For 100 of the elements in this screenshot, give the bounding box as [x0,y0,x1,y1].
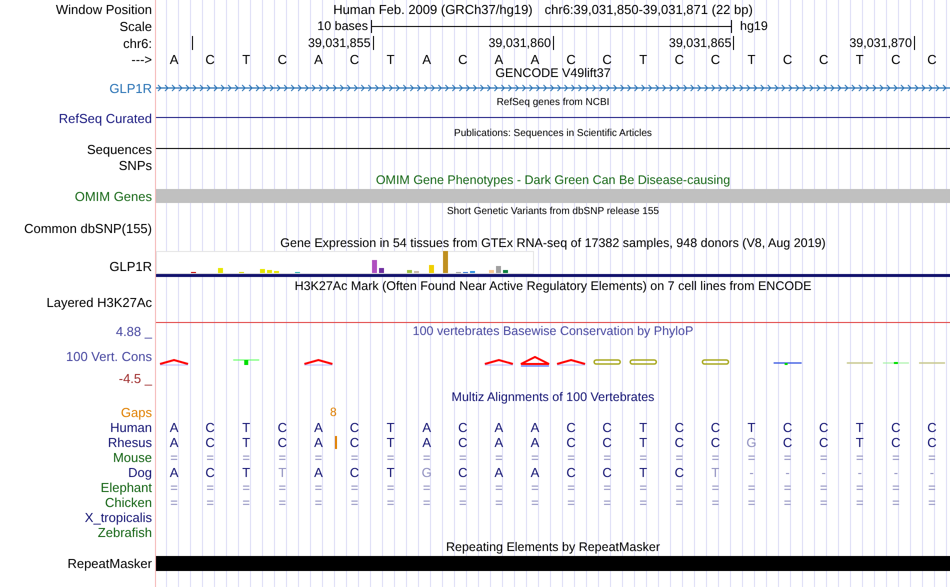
alignment-base: = [892,496,900,509]
row-label[interactable]: Window Position [56,2,152,16]
track-title: Multiz Alignments of 100 Vertebrates [452,391,654,404]
repeat-feature-bar[interactable] [156,556,950,571]
alignment-base: = [603,481,611,494]
alignment-base: = [386,451,394,464]
alignment-base: = [531,451,539,464]
track-label[interactable]: GLP1R [109,260,152,273]
alignment-base: A [422,436,431,449]
ruler-position: 39,031,860 [488,36,551,50]
alignment-base: C [674,466,684,479]
alignment-base: C [278,421,287,434]
alignment-base: C [566,466,576,479]
track-label[interactable]: RepeatMasker [67,557,152,570]
ruler-position: 39,031,870 [849,36,912,50]
alignment-base: A [314,466,323,479]
base-letter: C [205,52,215,66]
alignment-base: = [928,451,936,464]
alignment-base: T [856,421,864,434]
base-letter: C [602,52,612,66]
ruler-position: 39,031,855 [308,36,371,50]
alignment-base: T [856,436,864,449]
alignment-base: = [748,481,756,494]
alignment-base: = [603,451,611,464]
alignment-base: C [674,436,684,449]
track-label[interactable]: X_tropicalis [84,511,152,524]
track-label[interactable]: 100 Vert. Cons [66,350,152,362]
alignment-base: = [386,481,394,494]
base-letter: C [710,52,720,66]
alignment-base: A [314,436,323,449]
base-letter: C [458,52,468,66]
alignment-base: - [749,466,754,479]
track-label[interactable]: Sequences [86,142,152,156]
base-letter: C [350,52,360,66]
alignment-base: C [782,421,792,434]
sequence-feature-line[interactable] [156,148,950,149]
alignment-base: C [927,436,937,449]
track-label[interactable]: Zebrafish [98,526,152,539]
alignment-base: A [170,436,178,449]
track-label[interactable]: OMIM Genes [74,190,152,202]
alignment-base: C [891,436,901,449]
track-label[interactable]: SNPs [118,158,152,172]
alignment-base: - [822,466,826,479]
alignment-base: A [530,421,540,434]
track-label[interactable]: Human [110,421,152,434]
track-label[interactable]: Elephant [100,481,152,494]
alignment-base: = [748,496,756,509]
base-letter: T [639,52,648,66]
track-label[interactable]: GLP1R [109,82,152,94]
alignment-base: = [242,451,250,464]
ruler-position: 39,031,865 [668,36,732,50]
axis-min-label[interactable]: -4.5 _ [118,372,152,385]
row-label[interactable]: Scale [119,20,152,33]
gap-count: 8 [330,406,337,418]
alignment-base: = [206,481,214,494]
track-label[interactable]: Rhesus [108,436,152,449]
alignment-base: T [386,421,395,434]
alignment-base: = [458,451,467,464]
alignment-base: = [206,496,214,509]
alignment-base: C [818,421,828,434]
row-label[interactable]: chr6: [123,36,152,50]
alignment-base: T [639,436,648,449]
gene-feature-line[interactable] [156,117,950,118]
alignment-base: = [170,481,178,494]
alignment-base: T [748,421,756,434]
alignment-base: T [242,421,250,434]
track-label[interactable]: Layered H3K27Ac [46,296,152,309]
alignment-base: = [567,496,575,509]
axis-max-label[interactable]: 4.88 _ [116,325,152,338]
alignment-base: = [892,451,900,464]
alignment-base: = [820,496,828,509]
track-label[interactable]: Mouse [112,451,152,464]
assembly-title: Human Feb. 2009 (GRCh37/hg19) [333,2,533,16]
alignment-base: G [746,436,757,449]
phenotype-feature-bar[interactable] [156,189,950,203]
insertion-marker[interactable] [335,436,337,449]
alignment-base: = [170,451,178,464]
track-title: Gene Expression in 54 tissues from GTEx RNA-seq of 17382 samples, 948 donors (V8, Aug 2019) [280,237,826,250]
base-letter: C [278,52,287,66]
alignment-base: C [566,436,576,449]
alignment-base: = [748,451,756,464]
track-label[interactable]: Common dbSNP(155) [24,222,152,234]
alignment-base: = [422,481,430,494]
alignment-base: T [386,466,395,479]
scale-assembly-label: hg19 [740,20,768,32]
track-label[interactable]: RefSeq Curated [58,112,152,124]
track-label[interactable]: Chicken [105,496,152,509]
strand-label[interactable]: ---> [131,52,152,66]
alignment-base: C [350,421,360,434]
alignment-base: = [242,481,250,494]
alignment-base: = [784,451,792,464]
alignment-base: = [712,496,720,509]
alignment-base: - [894,466,898,479]
base-letter: C [566,52,576,66]
base-letter: A [170,52,178,66]
alignment-base: = [314,451,322,464]
alignment-base: = [676,496,684,509]
gene-strand-line[interactable] [156,84,950,92]
track-label[interactable]: Dog [128,466,152,479]
alignment-base: T [639,421,648,434]
